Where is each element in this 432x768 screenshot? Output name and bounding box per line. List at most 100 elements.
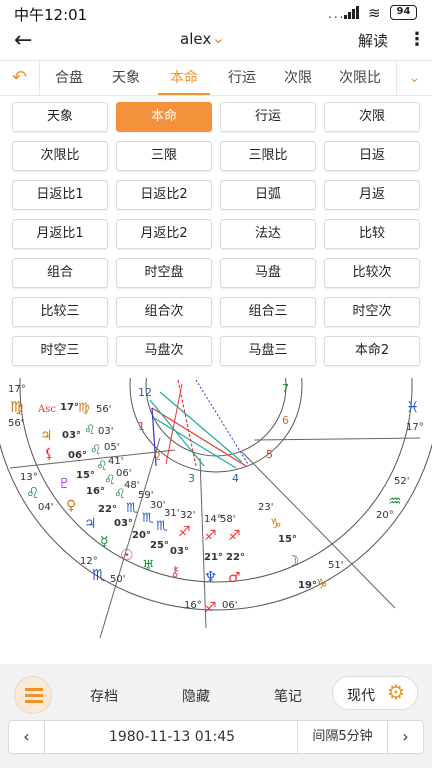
notes-button[interactable]: 笔记 (274, 686, 302, 706)
degree-label: 03' (98, 426, 113, 437)
aquarius-icon: ♒ (388, 492, 401, 510)
degree-label: 56' (8, 418, 23, 429)
degree-label: 03° (170, 546, 189, 557)
degree-label: 13° (20, 472, 38, 483)
chart-type-button[interactable]: 时空次 (324, 297, 420, 327)
chart-type-button[interactable]: 日返比2 (116, 180, 212, 210)
scorpio-icon: ♏ (126, 501, 138, 516)
degree-label: 22° (226, 552, 245, 563)
degree-label: 06' (222, 600, 237, 611)
chart-type-button[interactable]: 组合次 (116, 297, 212, 327)
list-menu-button[interactable] (14, 676, 52, 714)
sagittarius-icon: ♐ (204, 528, 217, 544)
astrology-chart[interactable]: 12 1 2 3 4 5 6 7 Asc ♍ ♍ ♓ ♌ ♒ ♏ ♑ ♑ ♏ ♏… (0, 378, 432, 664)
tab-synastry[interactable]: 合盘 (46, 61, 92, 95)
tab-transit-sky[interactable]: 天象 (104, 61, 148, 95)
jupiter-icon: ♃ (84, 516, 97, 532)
degree-label: 05' (104, 442, 119, 453)
leo-icon: ♌ (90, 443, 102, 458)
chart-type-button[interactable]: 本命2 (324, 336, 420, 366)
lilith-icon: ⚸ (44, 446, 54, 462)
hide-button[interactable]: 隐藏 (182, 686, 210, 706)
wifi-icon: ≋ (368, 4, 381, 22)
chart-type-button[interactable]: 时空盘 (116, 258, 212, 288)
chart-type-button[interactable]: 日返 (324, 141, 420, 171)
chart-type-button[interactable]: 行运 (220, 102, 316, 132)
chart-type-button[interactable]: 天象 (12, 102, 108, 132)
house-number: 3 (188, 472, 195, 485)
chart-type-button[interactable]: 比较 (324, 219, 420, 249)
degree-label: 16° (184, 600, 202, 611)
profile-name[interactable]: alex (180, 30, 211, 48)
chart-type-button[interactable]: 马盘次 (116, 336, 212, 366)
tab-natal[interactable]: 本命 (158, 61, 210, 95)
mars-icon: ♂ (228, 570, 241, 586)
house-number: 12 (138, 386, 152, 399)
chart-type-button[interactable]: 日返比1 (12, 180, 108, 210)
chart-type-button[interactable]: 三限 (116, 141, 212, 171)
chart-type-button[interactable]: 组合三 (220, 297, 316, 327)
interpret-button[interactable]: 解读 (358, 30, 388, 51)
chart-type-button[interactable]: 法达 (220, 219, 316, 249)
mode-selector[interactable]: 现代 ⚙ (332, 676, 418, 710)
sagittarius-icon: ♐ (178, 524, 191, 540)
degree-label: 20° (376, 510, 394, 521)
chart-type-button[interactable]: 马盘三 (220, 336, 316, 366)
chart-datetime[interactable]: 1980-11-13 01:45 (47, 721, 297, 753)
chevron-left-icon[interactable]: ‹ (9, 721, 45, 753)
chart-type-button[interactable]: 月返比1 (12, 219, 108, 249)
degree-label: 31' (164, 508, 179, 519)
degree-label: 17° (406, 422, 424, 433)
degree-label: 21° (204, 552, 223, 563)
degree-label: 25° (150, 540, 169, 551)
capricorn-icon: ♑ (316, 577, 328, 592)
degree-label: 04' (38, 502, 53, 513)
moon-icon: ☽ (286, 552, 299, 570)
sagittarius-icon: ♐ (204, 600, 217, 616)
degree-label: 17° (8, 384, 26, 395)
tab-transit[interactable]: 行运 (220, 61, 264, 95)
chart-type-button[interactable]: 比较三 (12, 297, 108, 327)
chart-type-button[interactable]: 日弧 (220, 180, 316, 210)
mercury-icon: ☿ (100, 534, 109, 550)
degree-label: 16° (86, 486, 105, 497)
degree-label: 20° (132, 530, 151, 541)
leo-icon: ♌ (96, 459, 108, 474)
more-vertical-icon[interactable]: ⋮ (408, 29, 426, 50)
back-arrow-icon[interactable]: ← (14, 28, 32, 53)
chevron-right-icon[interactable]: › (387, 721, 423, 753)
archive-button[interactable]: 存档 (90, 686, 118, 706)
tab-progression[interactable]: 次限 (276, 61, 320, 95)
undo-icon[interactable]: ↶ (0, 61, 40, 95)
degree-label: 32' (180, 510, 195, 521)
chevron-down-icon[interactable]: ⌄ (396, 61, 432, 95)
gear-icon[interactable]: ⚙ (387, 680, 405, 704)
house-number: 6 (282, 414, 289, 427)
virgo-icon: ♍ (78, 401, 90, 416)
virgo-icon: ♍ (10, 398, 23, 416)
jupiter-icon: ♃ (40, 428, 53, 444)
chart-type-button[interactable]: 组合 (12, 258, 108, 288)
chevron-down-icon[interactable]: ⌄ (212, 29, 225, 47)
degree-label: 50' (110, 574, 125, 585)
chart-type-button[interactable]: 三限比 (220, 141, 316, 171)
leo-icon: ♌ (26, 484, 39, 502)
chart-type-button[interactable]: 月返比2 (116, 219, 212, 249)
chart-type-button[interactable]: 本命 (116, 102, 212, 132)
degree-label: 41' (108, 456, 123, 467)
capricorn-icon: ♑ (270, 517, 282, 532)
neptune-icon: ♆ (204, 568, 217, 586)
chart-type-button[interactable]: 次限 (324, 102, 420, 132)
chart-type-button[interactable]: 时空三 (12, 336, 108, 366)
degree-label: 06' (116, 468, 131, 479)
degree-label: 58' (220, 514, 235, 525)
scorpio-icon: ♏ (92, 566, 106, 584)
venus-icon: ♀ (66, 498, 76, 514)
tab-progression-compare[interactable]: 次限比 (334, 61, 386, 95)
chart-type-button[interactable]: 次限比 (12, 141, 108, 171)
chart-type-button[interactable]: 比较次 (324, 258, 420, 288)
chart-type-button[interactable]: 月返 (324, 180, 420, 210)
chart-wheel: 12 1 2 3 4 5 6 7 Asc ♍ ♍ ♓ ♌ ♒ ♏ ♑ ♑ ♏ ♏… (0, 378, 432, 639)
time-interval[interactable]: 间隔5分钟 (297, 721, 387, 753)
chart-type-button[interactable]: 马盘 (220, 258, 316, 288)
